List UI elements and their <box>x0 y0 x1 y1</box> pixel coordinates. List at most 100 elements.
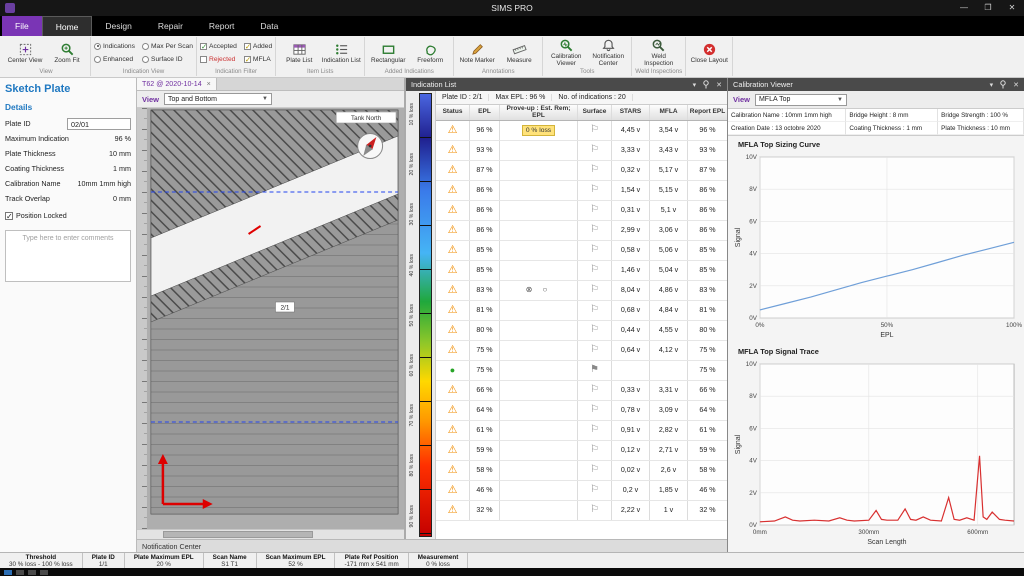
surface-flag-icon[interactable]: ⚐ <box>590 485 599 496</box>
column-header-report-epl[interactable]: Report EPL <box>688 105 727 120</box>
surface-flag-icon[interactable]: ⚐ <box>590 125 599 136</box>
panel-close-icon[interactable]: ✕ <box>716 81 722 89</box>
position-locked-checkbox[interactable]: ✓ <box>5 212 13 220</box>
pin-icon[interactable] <box>702 80 710 89</box>
ribbon-button-close-layout[interactable]: Close Layout <box>689 41 729 65</box>
indication-row[interactable]: ⚠58 %⚐0,02 v2,6 v58 % <box>436 461 727 481</box>
surface-flag-icon[interactable]: ⚐ <box>590 385 599 396</box>
position-locked-row[interactable]: ✓ Position Locked <box>5 211 131 220</box>
checkbox-mfla[interactable]: ✓MFLA <box>244 56 272 63</box>
radio-max-per-scan[interactable]: Max Per Scan <box>142 43 193 50</box>
document-tab[interactable]: T62 @ 2020-10-14 × <box>137 78 217 90</box>
scrollbar-thumb[interactable] <box>163 531 313 538</box>
horizontal-scrollbar[interactable] <box>137 529 404 539</box>
checkbox-accepted[interactable]: ✓Accepted <box>200 43 237 50</box>
taskbar-icon[interactable] <box>40 570 48 575</box>
menu-tab-design[interactable]: Design <box>92 16 144 36</box>
panel-close-icon[interactable]: ✕ <box>1013 81 1019 89</box>
surface-flag-icon[interactable]: ⚐ <box>590 425 599 436</box>
indication-row[interactable]: ⚠86 %⚐0,31 v5,1 v86 % <box>436 201 727 221</box>
indication-row[interactable]: ⚠86 %⚐2,99 v3,06 v86 % <box>436 221 727 241</box>
ribbon-button-indication-list[interactable]: Indication List <box>321 41 361 65</box>
surface-flag-icon[interactable]: ⚐ <box>590 205 599 216</box>
surface-flag-icon[interactable]: ⚐ <box>590 285 599 296</box>
ribbon-button-weld-inspection[interactable]: Weld Inspection <box>639 37 679 67</box>
indication-row[interactable]: ⚠75 %⚐0,64 v4,12 v75 % <box>436 341 727 361</box>
indication-row[interactable]: ⚠61 %⚐0,91 v2,82 v61 % <box>436 421 727 441</box>
maximize-button[interactable]: ❐ <box>976 0 1000 16</box>
taskbar-icon[interactable] <box>4 570 12 575</box>
taskbar-icon[interactable] <box>28 570 36 575</box>
indication-row[interactable]: ⚠81 %⚐0,68 v4,84 v81 % <box>436 301 727 321</box>
ribbon-button-calibration-viewer[interactable]: Calibration Viewer <box>546 37 586 67</box>
column-header-mfla[interactable]: MFLA <box>650 105 688 120</box>
indication-row[interactable]: ⚠80 %⚐0,44 v4,55 v80 % <box>436 321 727 341</box>
ribbon-button-note-marker[interactable]: Note Marker <box>457 41 497 65</box>
surface-flag-icon[interactable]: ⚐ <box>590 265 599 276</box>
menu-tab-data[interactable]: Data <box>247 16 291 36</box>
tab-close-icon[interactable]: × <box>207 80 211 88</box>
indication-row[interactable]: ⚠46 %⚐0,2 v1,85 v46 % <box>436 481 727 501</box>
surface-flag-icon[interactable]: ⚐ <box>590 465 599 476</box>
surface-flag-icon[interactable]: ⚐ <box>590 305 599 316</box>
menu-tab-home[interactable]: Home <box>42 16 93 36</box>
column-header-prove-up-est-rem-epl[interactable]: Prove-up : Est. Rem; EPL <box>500 105 578 120</box>
menu-tab-repair[interactable]: Repair <box>145 16 196 36</box>
column-header-surface[interactable]: Surface <box>578 105 612 120</box>
comments-input[interactable]: Type here to enter comments <box>5 230 131 282</box>
menu-tab-file[interactable]: File <box>2 16 42 36</box>
detail-plate-id: Plate ID02/01 <box>5 116 131 131</box>
checkbox-rejected[interactable]: Rejected <box>200 56 237 63</box>
indication-row[interactable]: ⚠86 %⚐1,54 v5,15 v86 % <box>436 181 727 201</box>
surface-flag-icon[interactable]: ⚐ <box>590 145 599 156</box>
plate-id-input[interactable]: 02/01 <box>67 118 131 130</box>
close-button[interactable]: ✕ <box>1000 0 1024 16</box>
indication-row[interactable]: ⚠66 %⚐0,33 v3,31 v66 % <box>436 381 727 401</box>
indication-row[interactable]: ⚠93 %⚐3,33 v3,43 v93 % <box>436 141 727 161</box>
surface-flag-icon[interactable]: ⚑ <box>590 365 599 376</box>
surface-flag-icon[interactable]: ⚐ <box>590 325 599 336</box>
surface-flag-icon[interactable]: ⚐ <box>590 445 599 456</box>
menu-tab-report[interactable]: Report <box>196 16 248 36</box>
surface-flag-icon[interactable]: ⚐ <box>590 505 599 516</box>
column-header-stars[interactable]: STARS <box>612 105 650 120</box>
indication-row[interactable]: ⚠59 %⚐0,12 v2,71 v59 % <box>436 441 727 461</box>
panel-collapse-icon[interactable]: ▾ <box>693 81 697 89</box>
ribbon-button-plate-list[interactable]: Plate List <box>279 41 319 65</box>
panel-collapse-icon[interactable]: ▾ <box>990 81 994 89</box>
ribbon-button-rectangular[interactable]: Rectangular <box>368 41 408 65</box>
radio-enhanced[interactable]: Enhanced <box>94 56 135 63</box>
view-mode-select[interactable]: Top and Bottom ▼ <box>164 93 272 105</box>
indication-row[interactable]: ⚠32 %⚐2,22 v1 v32 % <box>436 501 727 521</box>
ribbon-button-freeform[interactable]: Freeform <box>410 41 450 65</box>
column-header-epl[interactable]: EPL <box>470 105 500 120</box>
indication-row[interactable]: ⚠85 %⚐0,58 v5,06 v85 % <box>436 241 727 261</box>
indication-row[interactable]: ⚠87 %⚐0,32 v5,17 v87 % <box>436 161 727 181</box>
pin-icon[interactable] <box>999 80 1007 89</box>
radio-indications[interactable]: Indications <box>94 43 135 50</box>
surface-flag-icon[interactable]: ⚐ <box>590 185 599 196</box>
surface-flag-icon[interactable]: ⚐ <box>590 245 599 256</box>
indication-row[interactable]: ⚠85 %⚐1,46 v5,04 v85 % <box>436 261 727 281</box>
ribbon-button-measure[interactable]: Measure <box>499 41 539 65</box>
checkbox-added[interactable]: ✓Added <box>244 43 272 50</box>
surface-flag-icon[interactable]: ⚐ <box>590 405 599 416</box>
plate-sketch-canvas[interactable]: 2/1 Tank North <box>137 108 404 529</box>
notification-center-bar[interactable]: Notification Center <box>137 539 727 552</box>
ribbon-button-notification-center[interactable]: Notification Center <box>588 37 628 67</box>
indication-row[interactable]: ⚠96 %0 % loss⚐4,45 v3,54 v96 % <box>436 121 727 141</box>
surface-flag-icon[interactable]: ⚐ <box>590 345 599 356</box>
ribbon-button-zoom-fit[interactable]: Zoom Fit <box>47 41 87 65</box>
column-header-status[interactable]: Status <box>436 105 470 120</box>
surface-flag-icon[interactable]: ⚐ <box>590 165 599 176</box>
radio-surface-id[interactable]: Surface ID <box>142 56 193 63</box>
surface-flag-icon[interactable]: ⚐ <box>590 225 599 236</box>
ribbon-button-center-view[interactable]: Center View <box>5 41 45 65</box>
indication-row[interactable]: ⚠83 %⊗ ○⚐8,04 v4,86 v83 % <box>436 281 727 301</box>
calibration-view-select[interactable]: MFLA Top ▼ <box>755 94 847 106</box>
scale-tick-label: 50 % loss <box>410 304 415 327</box>
taskbar-icon[interactable] <box>16 570 24 575</box>
indication-row[interactable]: ⚠64 %⚐0,78 v3,09 v64 % <box>436 401 727 421</box>
indication-row[interactable]: ●75 %⚑75 % <box>436 361 727 381</box>
minimize-button[interactable]: — <box>952 0 976 16</box>
